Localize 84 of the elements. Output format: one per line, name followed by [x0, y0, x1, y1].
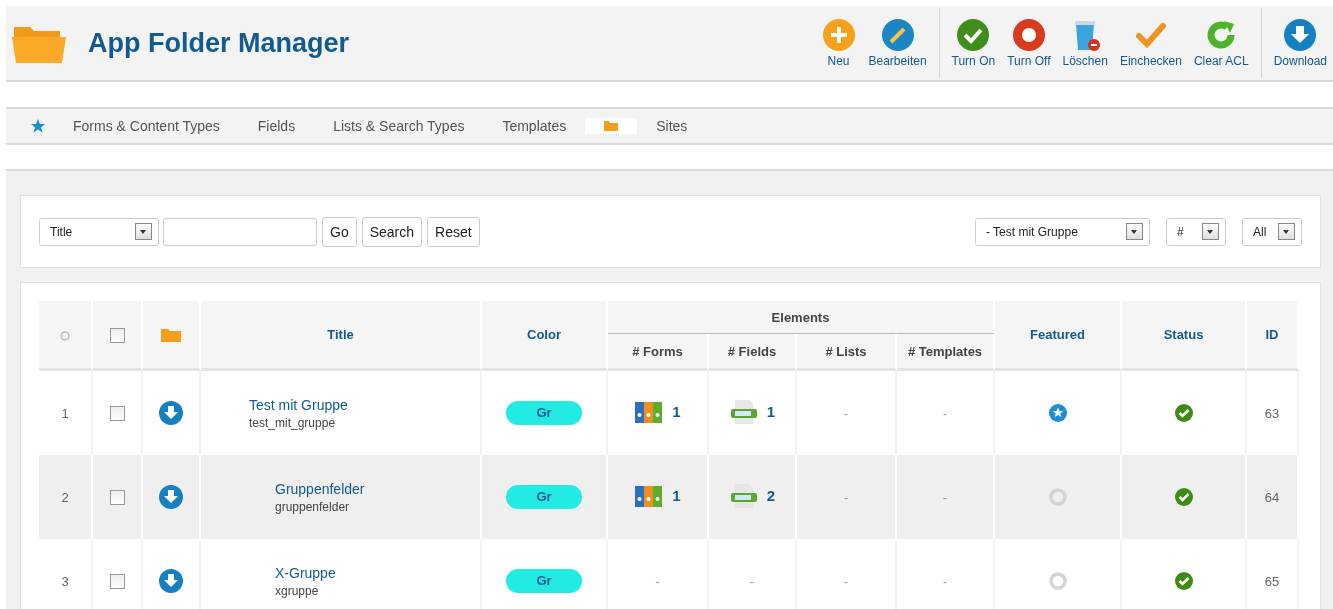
row-number: 1 [61, 405, 69, 421]
column-header: # Lists [825, 343, 867, 359]
filter-dropdown[interactable]: All [1242, 217, 1302, 246]
forms-count-link[interactable]: 1 [672, 487, 681, 504]
page-title: App Folder Manager [88, 27, 350, 59]
nav-tab[interactable]: Templates [483, 115, 586, 137]
folder-title-link[interactable]: Test mit Gruppe [249, 396, 479, 413]
nav-tab[interactable]: Sites [637, 115, 707, 137]
forms-count-link[interactable]: 1 [672, 403, 681, 420]
templates-count: - [942, 573, 948, 589]
published-check-icon[interactable] [1173, 487, 1194, 507]
lists-count: - [843, 405, 849, 421]
toolbar-check-in-button[interactable]: Einchecken [1113, 6, 1188, 80]
search-field[interactable] [163, 217, 317, 246]
folder-alias: xgruppe [275, 583, 320, 598]
folder-alias: test_mit_gruppe [249, 415, 337, 430]
row-id: 64 [1264, 489, 1280, 505]
column-header[interactable]: Status [1163, 327, 1204, 342]
check-icon [955, 18, 992, 52]
column-header[interactable]: ID [1265, 327, 1279, 342]
empty-count: - [655, 573, 660, 589]
toolbar-clear-acl-button[interactable]: Clear ACL [1187, 6, 1255, 80]
column-header: # Templates [907, 343, 983, 359]
row-checkbox[interactable] [109, 490, 125, 506]
row-id: 65 [1264, 573, 1280, 589]
column-header[interactable]: Featured [1030, 327, 1085, 342]
star-icon [30, 118, 46, 134]
column-header: # Forms [632, 343, 683, 359]
filter-button[interactable]: Reset [427, 216, 480, 247]
toolbar-new-button[interactable]: Neu [814, 6, 863, 80]
filter-dropdown[interactable]: - Test mit Gruppe [975, 217, 1150, 246]
download-icon[interactable] [158, 484, 184, 510]
folder-title-link[interactable]: X-Gruppe [275, 564, 479, 581]
column-header[interactable]: Title [327, 327, 354, 342]
folder-icon [603, 120, 620, 132]
binders-icon [634, 399, 665, 424]
field-dropdown[interactable]: Title [39, 217, 159, 246]
published-check-icon[interactable] [1173, 571, 1194, 591]
document-icon [728, 482, 759, 509]
folder-title-link[interactable]: Gruppenfelder [275, 480, 479, 497]
stop-icon [1010, 18, 1047, 52]
row-id: 63 [1264, 405, 1280, 421]
nav-tab[interactable]: Fields [238, 115, 315, 137]
fields-count-link[interactable]: 2 [766, 487, 776, 504]
nav-tab[interactable]: Lists & Search Types [314, 115, 484, 137]
select-all-checkbox[interactable] [109, 327, 125, 343]
sort-icon[interactable] [60, 330, 70, 341]
folder-icon [160, 326, 182, 343]
download-icon [1282, 18, 1319, 52]
lists-count: - [843, 489, 849, 505]
nav-tab[interactable]: Forms & Content Types [54, 115, 239, 137]
download-icon[interactable] [158, 568, 184, 594]
templates-count: - [942, 405, 948, 421]
color-tag: Gr [506, 569, 582, 593]
filter-button[interactable]: Go [322, 216, 357, 247]
color-tag: Gr [506, 401, 582, 425]
folder-tab[interactable] [585, 118, 638, 134]
toolbar-download-button[interactable]: Download [1267, 6, 1333, 80]
pencil-icon [879, 18, 916, 52]
column-header[interactable]: Color [527, 327, 561, 342]
published-check-icon[interactable] [1173, 403, 1194, 423]
not-featured-icon[interactable] [1047, 571, 1068, 591]
row-number: 3 [61, 573, 69, 589]
download-icon[interactable] [158, 400, 184, 426]
toolbar-turn-on-button[interactable]: Turn On [945, 6, 1002, 80]
toolbar-turn-off-button[interactable]: Turn Off [1001, 6, 1057, 80]
toolbar-delete-button[interactable]: Löschen [1056, 6, 1114, 80]
filter-button[interactable]: Search [361, 216, 423, 247]
fields-count-link[interactable]: 1 [766, 403, 776, 420]
column-group-header: Elements [771, 309, 830, 325]
folder-alias: gruppenfelder [275, 499, 351, 514]
toolbar-edit-button[interactable]: Bearbeiten [862, 6, 933, 80]
plus-icon [820, 18, 857, 52]
empty-count: - [749, 573, 755, 589]
row-checkbox[interactable] [109, 406, 125, 422]
row-number: 2 [61, 489, 69, 505]
color-tag: Gr [506, 485, 582, 509]
binders-icon [634, 483, 665, 508]
document-icon [728, 398, 759, 425]
lists-count: - [843, 573, 849, 589]
templates-count: - [942, 489, 948, 505]
row-checkbox[interactable] [109, 574, 125, 590]
filter-dropdown[interactable]: # [1166, 217, 1226, 246]
column-header: # Fields [727, 343, 777, 359]
